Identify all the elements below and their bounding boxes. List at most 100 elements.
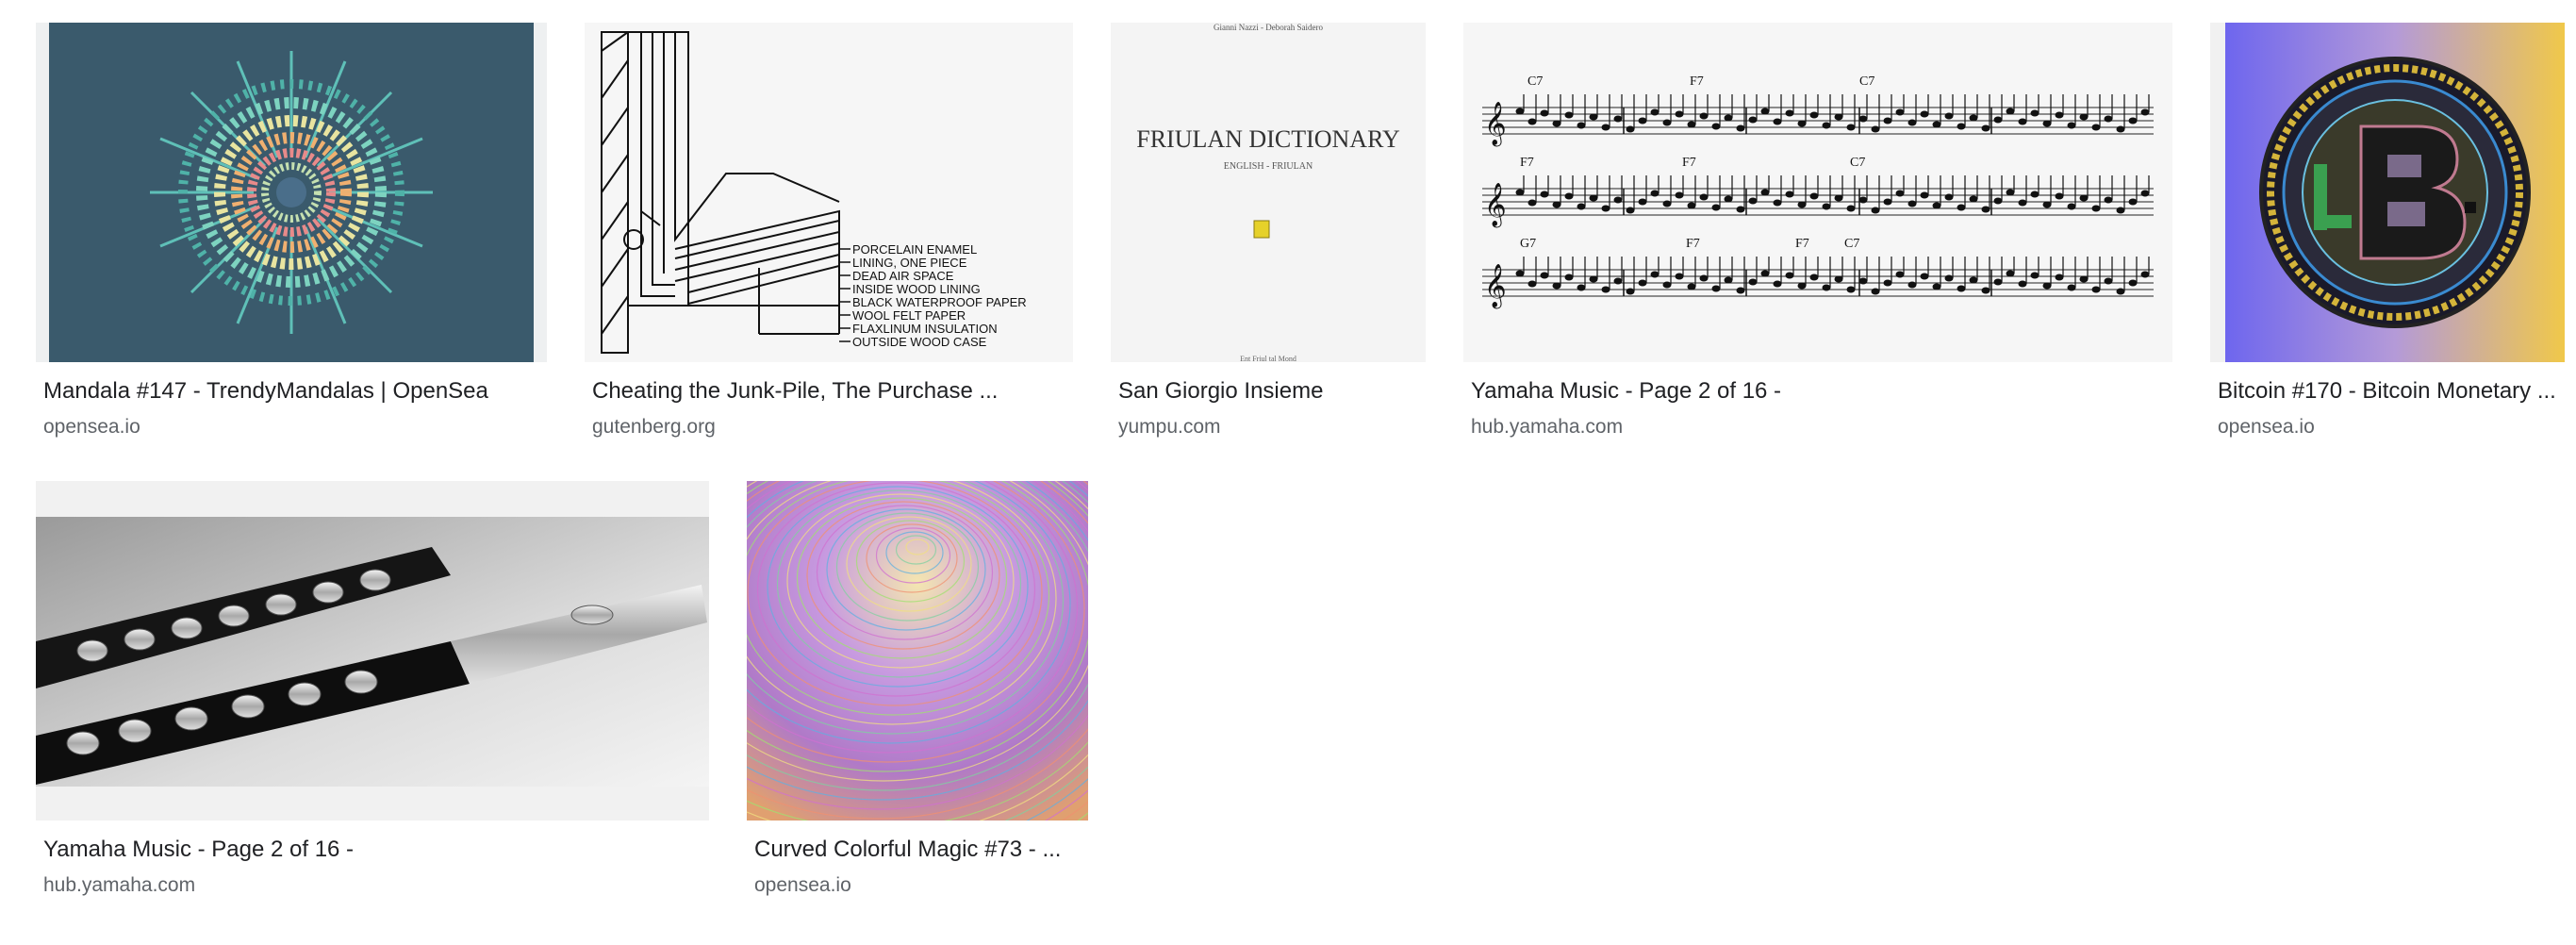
note-head (1650, 190, 1660, 197)
note-head (1515, 189, 1525, 196)
result-title[interactable]: Cheating the Junk-Pile, The Purchase ... (592, 377, 1069, 406)
note-head (2006, 189, 2015, 196)
note-head (1907, 119, 1917, 126)
note-head (1834, 275, 1843, 283)
note-head (2030, 109, 2039, 117)
treble-clef-icon: 𝄞 (1484, 183, 1507, 228)
result-title[interactable]: Bitcoin #170 - Bitcoin Monetary ... (2218, 377, 2561, 406)
bitcoin-coin-image (2225, 23, 2565, 362)
diagram-label: FLAXLINUM INSULATION (852, 322, 998, 336)
note-head (1626, 125, 1635, 133)
note-head (2104, 196, 2113, 204)
note-head (2018, 280, 2027, 288)
note-head (1687, 283, 1696, 290)
result-card[interactable]: C7 F7 C7 F7 F7 C7 G7 F7 F7 C7 𝄞 𝄞 𝄞 Yamaha… (1463, 23, 2172, 447)
result-source[interactable]: opensea.io (43, 415, 140, 439)
result-card[interactable]: PORCELAIN ENAMEL LINING, ONE PIECE DEAD … (585, 23, 1073, 447)
result-source[interactable]: opensea.io (2218, 415, 2315, 439)
note-head (1822, 284, 1831, 291)
treble-clef-icon: 𝄞 (1484, 102, 1507, 147)
result-title[interactable]: Yamaha Music - Page 2 of 16 - (1471, 377, 2169, 406)
note-head (1638, 279, 1647, 287)
result-source[interactable]: opensea.io (754, 873, 851, 898)
note-head (1932, 283, 1941, 290)
note-head (2006, 108, 2015, 115)
result-title[interactable]: Mandala #147 - TrendyMandalas | OpenSea (43, 377, 543, 406)
chord-symbol: F7 (1520, 156, 1534, 170)
note-head (1957, 204, 1966, 211)
diagram-label: INSIDE WOOD LINING (852, 282, 981, 296)
note-head (1871, 288, 1880, 295)
note-head (1895, 190, 1905, 197)
result-card[interactable]: Gianni Nazzi - Deborah Saidero FRIULAN D… (1111, 23, 1426, 447)
result-card[interactable]: Yamaha Music - Page 2 of 16 - hub.yamaha… (36, 481, 709, 905)
result-source[interactable]: gutenberg.org (592, 415, 716, 439)
note-head (2055, 192, 2064, 200)
result-title[interactable]: Curved Colorful Magic #73 - ... (754, 836, 1084, 864)
note-head (2042, 120, 2052, 127)
note-head (1846, 205, 1856, 212)
mandala-image (49, 23, 534, 362)
result-card[interactable]: Mandala #147 - TrendyMandalas | OpenSea … (36, 23, 547, 447)
sheet-music-image: C7 F7 C7 F7 F7 C7 G7 F7 F7 C7 𝄞 𝄞 𝄞 (1463, 23, 2172, 362)
note-head (1552, 120, 1561, 127)
note-head (1564, 111, 1574, 119)
note-head (1957, 123, 1966, 130)
diagram-label: WOOL FELT PAPER (852, 308, 966, 323)
result-thumbnail[interactable] (36, 23, 547, 362)
result-thumbnail[interactable]: Gianni Nazzi - Deborah Saidero FRIULAN D… (1111, 23, 1426, 362)
result-card[interactable]: Bitcoin #170 - Bitcoin Monetary ... open… (2210, 23, 2565, 447)
note-head (1920, 191, 1929, 199)
note-head (2116, 288, 2125, 295)
cover-authors: Gianni Nazzi - Deborah Saidero (1214, 23, 1323, 32)
diagram-label: OUTSIDE WOOD CASE (852, 335, 987, 349)
note-head (1699, 274, 1709, 282)
note-head (1724, 276, 1733, 284)
note-head (1969, 195, 1978, 203)
result-card[interactable]: Curved Colorful Magic #73 - ... opensea.… (747, 481, 1088, 905)
note-head (2091, 205, 2101, 212)
note-head (1920, 273, 1929, 280)
note-head (1834, 113, 1843, 121)
result-source[interactable]: hub.yamaha.com (1471, 415, 1623, 439)
result-title[interactable]: Yamaha Music - Page 2 of 16 - (43, 836, 705, 864)
result-title[interactable]: San Giorgio Insieme (1118, 377, 1422, 406)
note-head (1540, 109, 1549, 117)
chord-symbol: F7 (1795, 237, 1809, 251)
note-head (1675, 273, 1684, 280)
note-head (1711, 204, 1721, 211)
note-head (1577, 122, 1586, 129)
chord-symbol: F7 (1682, 156, 1696, 170)
note-head (1944, 193, 1954, 201)
note-head (1785, 191, 1794, 198)
note-head (2104, 277, 2113, 285)
note-head (1981, 124, 1990, 132)
note-head (1662, 119, 1672, 126)
result-thumbnail[interactable]: C7 F7 C7 F7 F7 C7 G7 F7 F7 C7 𝄞 𝄞 𝄞 (1463, 23, 2172, 362)
note-head (1638, 117, 1647, 124)
note-head (1662, 281, 1672, 289)
result-thumbnail[interactable] (36, 481, 709, 821)
result-thumbnail[interactable] (2210, 23, 2565, 362)
note-head (2116, 207, 2125, 214)
result-thumbnail[interactable]: PORCELAIN ENAMEL LINING, ONE PIECE DEAD … (585, 23, 1073, 362)
note-head (1699, 112, 1709, 120)
diagram-label: PORCELAIN ENAMEL (852, 242, 977, 257)
note-head (2140, 108, 2150, 116)
note-head (1589, 113, 1598, 121)
note-head (1822, 122, 1831, 129)
note-head (1797, 201, 1807, 208)
chord-symbol: C7 (1844, 237, 1859, 251)
note-head (1589, 275, 1598, 283)
result-thumbnail[interactable] (747, 481, 1088, 821)
note-head (1552, 201, 1561, 208)
note-head (1846, 286, 1856, 293)
note-head (1687, 121, 1696, 128)
note-head (1883, 279, 1892, 287)
result-source[interactable]: hub.yamaha.com (43, 873, 195, 898)
note-head (1724, 114, 1733, 122)
note-head (1993, 116, 2003, 124)
note-head (1515, 108, 1525, 115)
note-head (1515, 270, 1525, 277)
result-source[interactable]: yumpu.com (1118, 415, 1221, 439)
